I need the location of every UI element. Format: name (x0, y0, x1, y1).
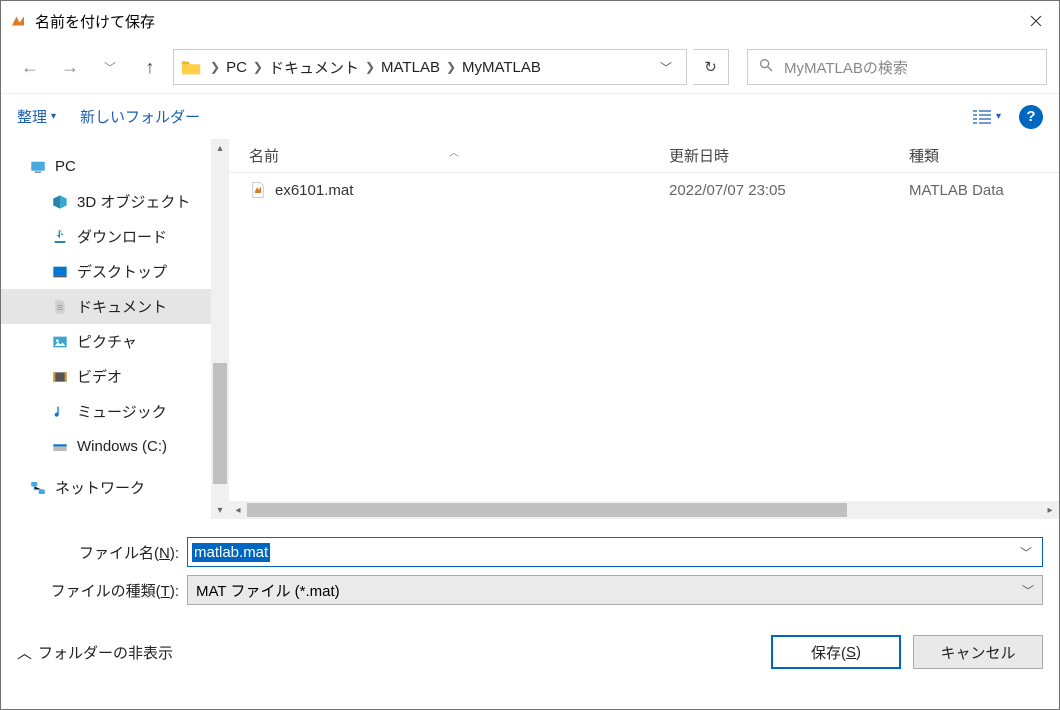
tree-videos[interactable]: ビデオ (1, 359, 211, 394)
scroll-right-icon[interactable]: ▸ (1041, 501, 1059, 519)
file-date: 2022/07/07 23:05 (669, 182, 909, 199)
tree-3d-objects[interactable]: 3D オブジェクト (1, 184, 211, 219)
col-name[interactable]: 名前 ︿ (229, 145, 669, 166)
save-button[interactable]: 保存(S) (771, 635, 901, 669)
nav-recent-dropdown[interactable]: ﹀ (93, 50, 127, 84)
nav-tree[interactable]: PC 3D オブジェクト ダウンロード デスクトップ ドキュメント ピクチャ ビ… (1, 139, 211, 519)
new-folder-button[interactable]: 新しいフォルダー (80, 106, 200, 127)
organize-menu[interactable]: 整理▾ (17, 106, 56, 127)
scroll-up-icon[interactable]: ▴ (211, 139, 229, 157)
file-row[interactable]: ex6101.mat 2022/07/07 23:05 MATLAB Data (229, 173, 1059, 207)
breadcrumb-documents[interactable]: ドキュメント (265, 57, 363, 78)
chevron-up-icon: ︿ (17, 642, 32, 663)
nav-up-button[interactable]: ↑ (133, 50, 167, 84)
address-dropdown-icon[interactable]: ﹀ (650, 59, 682, 76)
tree-pc[interactable]: PC (1, 149, 211, 184)
sort-asc-icon: ︿ (449, 144, 459, 159)
tree-scrollbar[interactable]: ▴ ▾ (211, 139, 229, 519)
filename-dropdown-icon[interactable]: ﹀ (1020, 544, 1038, 561)
pictures-icon (51, 333, 69, 351)
tree-pictures[interactable]: ピクチャ (1, 324, 211, 359)
file-hscrollbar[interactable]: ◂ ▸ (229, 501, 1059, 519)
column-headers[interactable]: 名前 ︿ 更新日時 種類 (229, 139, 1059, 173)
drive-icon (51, 438, 69, 456)
filetype-dropdown-icon[interactable]: ﹀ (1022, 582, 1034, 599)
nav-forward-button[interactable]: → (53, 50, 87, 84)
breadcrumb-pc[interactable]: PC (222, 59, 251, 76)
cube-icon (51, 193, 69, 211)
file-type: MATLAB Data (909, 182, 1004, 199)
pc-icon (29, 158, 47, 176)
tree-documents[interactable]: ドキュメント (1, 289, 211, 324)
app-icon (9, 12, 27, 30)
col-type[interactable]: 種類 (909, 145, 939, 166)
col-date[interactable]: 更新日時 (669, 145, 909, 166)
music-icon (51, 403, 69, 421)
filename-input[interactable]: matlab.mat ﹀ (187, 537, 1043, 567)
tree-music[interactable]: ミュージック (1, 394, 211, 429)
filename-value: matlab.mat (192, 543, 270, 562)
scroll-down-icon[interactable]: ▾ (211, 501, 229, 519)
filetype-label: ファイルの種類(T): (17, 580, 187, 601)
filetype-value: MAT ファイル (*.mat) (196, 580, 340, 601)
breadcrumb-matlab[interactable]: MATLAB (377, 59, 444, 76)
video-icon (51, 368, 69, 386)
download-icon (51, 228, 69, 246)
close-button[interactable] (1013, 1, 1059, 41)
refresh-button[interactable]: ↻ (693, 49, 729, 85)
mat-file-icon (249, 181, 267, 199)
address-bar[interactable]: ❯ PC ❯ ドキュメント ❯ MATLAB ❯ MyMATLAB ﹀ (173, 49, 687, 85)
folder-icon (180, 56, 202, 78)
search-placeholder: MyMATLABの検索 (784, 57, 908, 78)
file-name: ex6101.mat (275, 182, 353, 199)
view-mode-menu[interactable]: ▾ (972, 109, 1001, 125)
tree-desktop[interactable]: デスクトップ (1, 254, 211, 289)
help-button[interactable]: ? (1019, 105, 1043, 129)
breadcrumb-sep: ❯ (208, 60, 222, 74)
nav-back-button[interactable]: ← (13, 50, 47, 84)
cancel-button[interactable]: キャンセル (913, 635, 1043, 669)
search-input[interactable]: MyMATLABの検索 (747, 49, 1047, 85)
tree-drive-c[interactable]: Windows (C:) (1, 429, 211, 464)
search-icon (758, 57, 774, 77)
filetype-select[interactable]: MAT ファイル (*.mat) ﹀ (187, 575, 1043, 605)
network-icon (29, 479, 47, 497)
window-title: 名前を付けて保存 (35, 11, 1013, 32)
tree-network[interactable]: ネットワーク (1, 470, 211, 505)
breadcrumb-mymatlab[interactable]: MyMATLAB (458, 59, 545, 76)
filename-label: ファイル名(N): (17, 542, 187, 563)
hide-folders-toggle[interactable]: ︿ フォルダーの非表示 (17, 642, 173, 663)
desktop-icon (51, 263, 69, 281)
tree-downloads[interactable]: ダウンロード (1, 219, 211, 254)
document-icon (51, 298, 69, 316)
scroll-left-icon[interactable]: ◂ (229, 501, 247, 519)
